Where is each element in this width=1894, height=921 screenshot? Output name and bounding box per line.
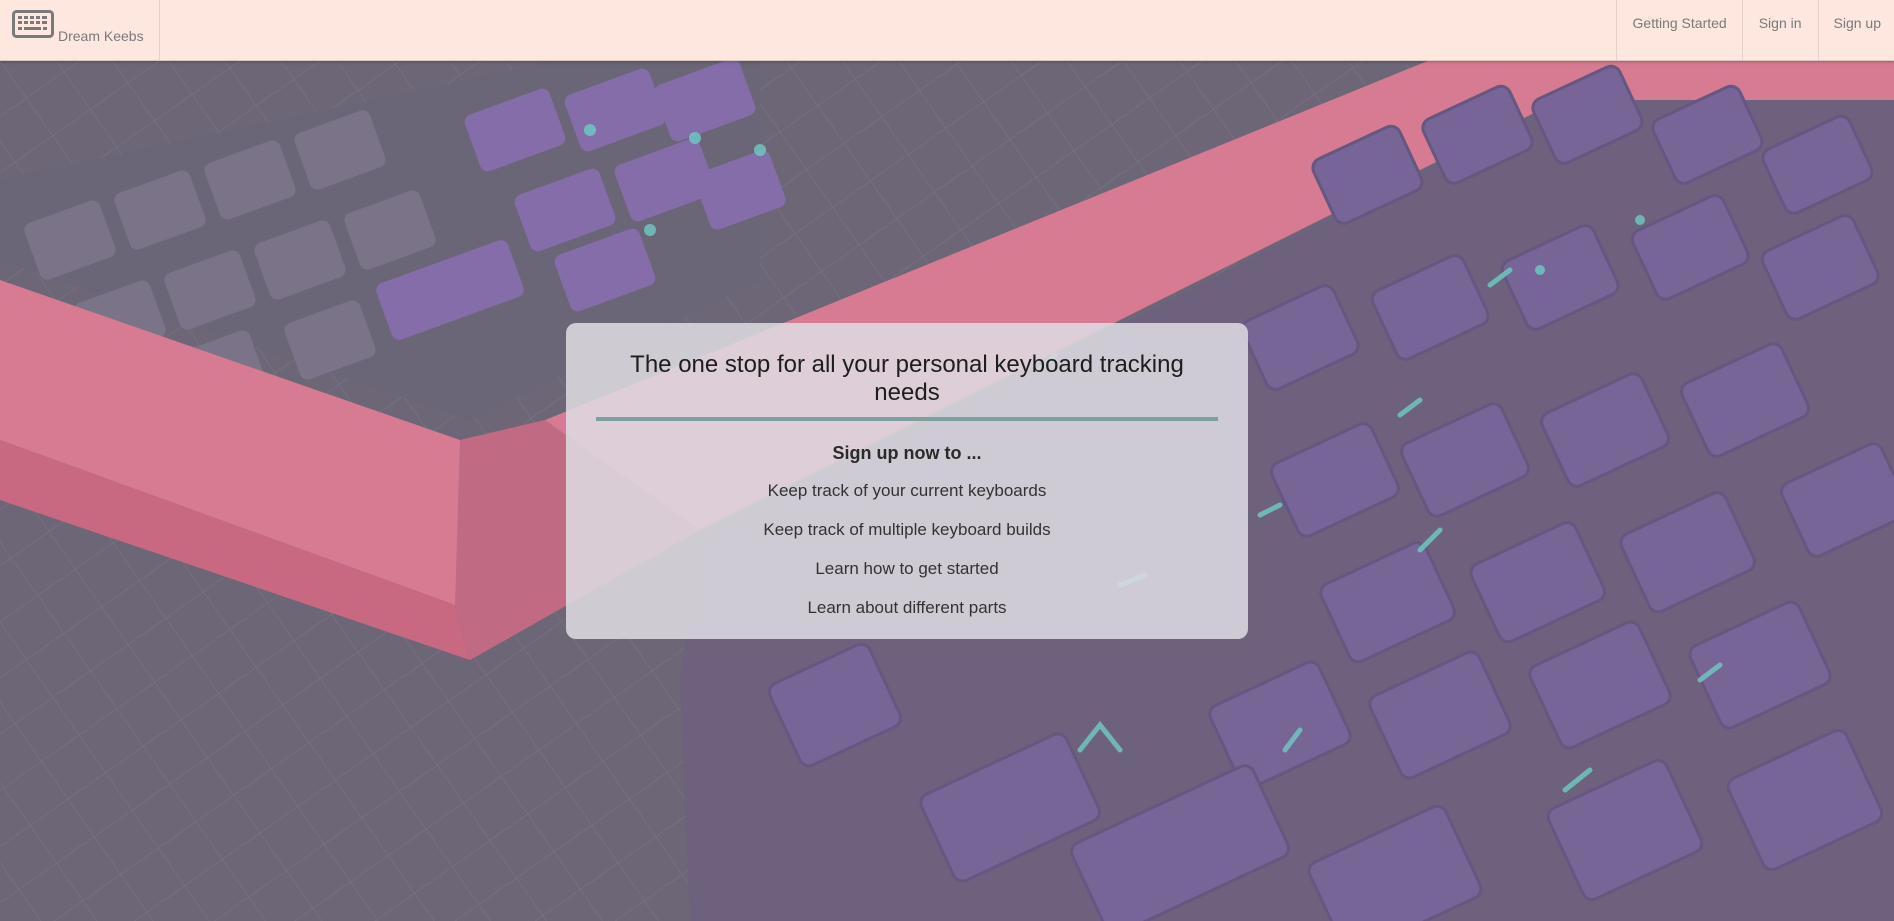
feature-item: Keep track of multiple keyboard builds (763, 520, 1051, 539)
feature-item: Learn about different parts (807, 598, 1007, 617)
hero-card: The one stop for all your personal keybo… (566, 323, 1248, 639)
nav-getting-started-link[interactable]: Getting Started (1615, 0, 1742, 60)
nav-sign-in-link[interactable]: Sign in (1741, 0, 1818, 60)
hero-title: The one stop for all your personal keybo… (596, 351, 1218, 421)
feature-item: Keep track of your current keyboards (767, 481, 1047, 500)
brand-link[interactable]: Dream Keebs (0, 0, 160, 60)
hero-subtitle: Sign up now to ... (832, 443, 982, 463)
brand-label: Dream Keebs (58, 28, 144, 44)
hero-background: The one stop for all your personal keybo… (0, 60, 1894, 921)
top-navbar: Dream Keebs Getting Started Sign in Sign… (0, 0, 1894, 61)
nav-sign-up-link[interactable]: Sign up (1817, 0, 1894, 60)
feature-item: Learn how to get started (815, 559, 999, 578)
keyboard-icon (12, 9, 58, 43)
